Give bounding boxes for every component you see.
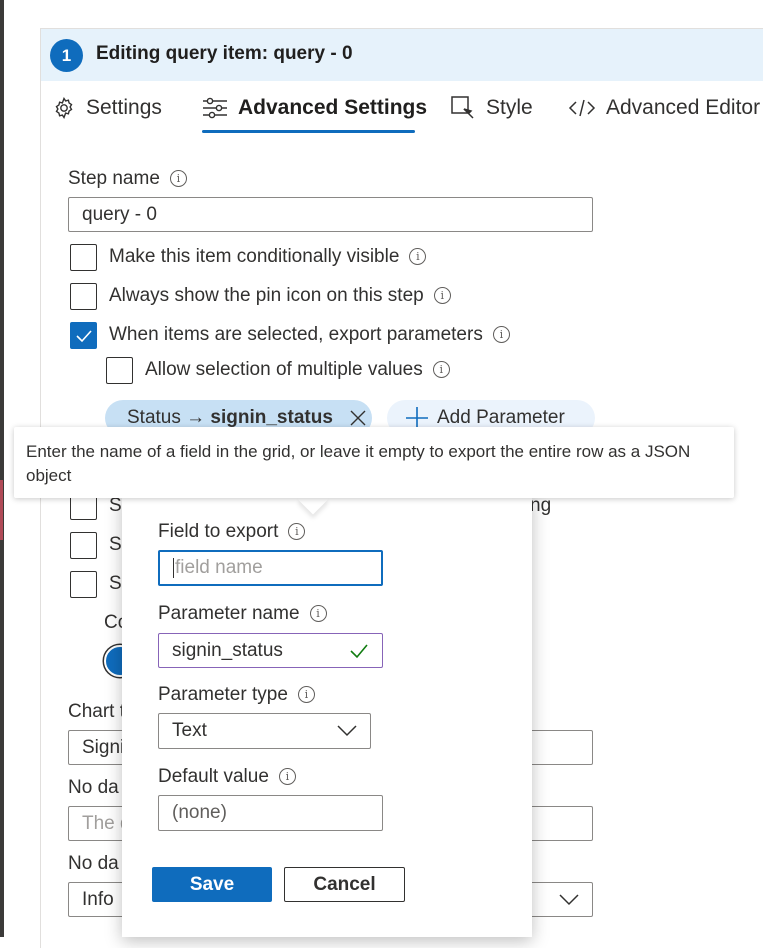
allow-multiple-text: Allow selection of multiple values [145,359,423,380]
parameter-type-label: Parameter type i [158,684,315,706]
style-icon [450,95,476,121]
info-icon[interactable]: i [278,768,296,786]
allow-multiple-checkbox[interactable] [106,357,133,384]
tab-style-label: Style [486,96,533,119]
parameter-name-label: Parameter name i [158,603,327,625]
text-cursor [173,558,174,578]
info-icon[interactable]: i [433,287,451,305]
step-name-label-text: Step name [68,168,160,189]
show-pin-icon-text: Always show the pin icon on this step [109,285,424,306]
chart-title-label: Chart t [68,701,126,722]
tooltip-text: Enter the name of a field in the grid, o… [26,442,691,485]
checkmark-icon [75,329,92,342]
parameter-type-dropdown[interactable]: Text [158,713,371,749]
parameter-name-input[interactable]: signin_status [158,633,383,668]
tab-settings-label: Settings [86,96,162,119]
field-to-export-placeholder: field name [175,557,263,578]
background-label-tail: ng [530,495,552,516]
parameter-type-value: Text [172,720,207,741]
close-icon[interactable] [349,409,367,427]
default-value-text: Default value [158,766,269,787]
field-to-export-input[interactable]: field name [158,550,383,586]
export-parameters-text: When items are selected, export paramete… [109,324,483,345]
step-name-input[interactable]: query - 0 [68,197,593,232]
info-icon[interactable]: i [409,248,427,266]
conditionally-visible-label: Make this item conditionally visible i [109,246,427,268]
add-parameter-label: Add Parameter [437,407,565,428]
step-name-label: Step name i [68,168,187,190]
info-icon[interactable]: i [288,523,306,541]
field-export-tooltip: Enter the name of a field in the grid, o… [14,427,734,498]
pill-param-name: signin_status [210,407,333,428]
info-icon[interactable]: i [169,170,187,188]
info-icon[interactable]: i [297,686,315,704]
chevron-down-icon [559,893,579,906]
show-pin-icon-label: Always show the pin icon on this step i [109,285,451,307]
editing-title: Editing query item: query - 0 [96,43,353,64]
default-value-input[interactable]: (none) [158,795,383,831]
cancel-button[interactable]: Cancel [284,867,405,902]
tab-advanced-editor[interactable]: Advanced Editor [568,92,760,124]
info-icon[interactable]: i [309,605,327,623]
chart-title-value: Signi [82,736,125,758]
export-parameters-checkbox[interactable] [70,322,97,349]
sliders-icon [202,96,228,120]
parameter-name-value: signin_status [172,639,283,661]
no-data-message-label: No da [68,777,119,798]
no-data-style-label: No da [68,853,119,874]
export-parameters-label: When items are selected, export paramete… [109,324,510,346]
parameter-name-text: Parameter name [158,603,300,624]
tab-settings[interactable]: Settings [52,92,162,124]
pill-field-name: Status → [127,407,211,428]
show-pin-icon-checkbox[interactable] [70,283,97,310]
gear-icon [52,96,76,120]
background-checkbox-2[interactable] [70,532,97,559]
field-to-export-text: Field to export [158,521,279,542]
left-window-edge-accent [0,480,3,540]
active-tab-indicator [202,130,415,133]
code-icon [568,97,596,119]
field-to-export-label: Field to export i [158,521,306,543]
left-window-edge [0,0,4,937]
info-icon[interactable]: i [432,361,450,379]
tab-advanced-settings[interactable]: Advanced Settings [202,92,427,124]
chevron-down-icon [337,725,357,737]
step-number-badge: 1 [50,39,83,72]
tab-style[interactable]: Style [450,92,533,124]
default-value-label: Default value i [158,766,296,788]
tab-advanced-editor-label: Advanced Editor [606,96,761,119]
allow-multiple-label: Allow selection of multiple values i [145,359,450,381]
default-value-placeholder: (none) [172,802,227,823]
no-data-style-value: Info [82,888,114,910]
tab-advanced-settings-label: Advanced Settings [238,96,428,119]
background-checkbox-3[interactable] [70,571,97,598]
valid-check-icon [349,643,369,659]
save-button[interactable]: Save [152,867,272,902]
info-icon[interactable]: i [492,326,510,344]
step-name-value: query - 0 [82,203,157,225]
parameter-type-text: Parameter type [158,684,288,705]
conditionally-visible-text: Make this item conditionally visible [109,246,400,267]
conditionally-visible-checkbox[interactable] [70,244,97,271]
